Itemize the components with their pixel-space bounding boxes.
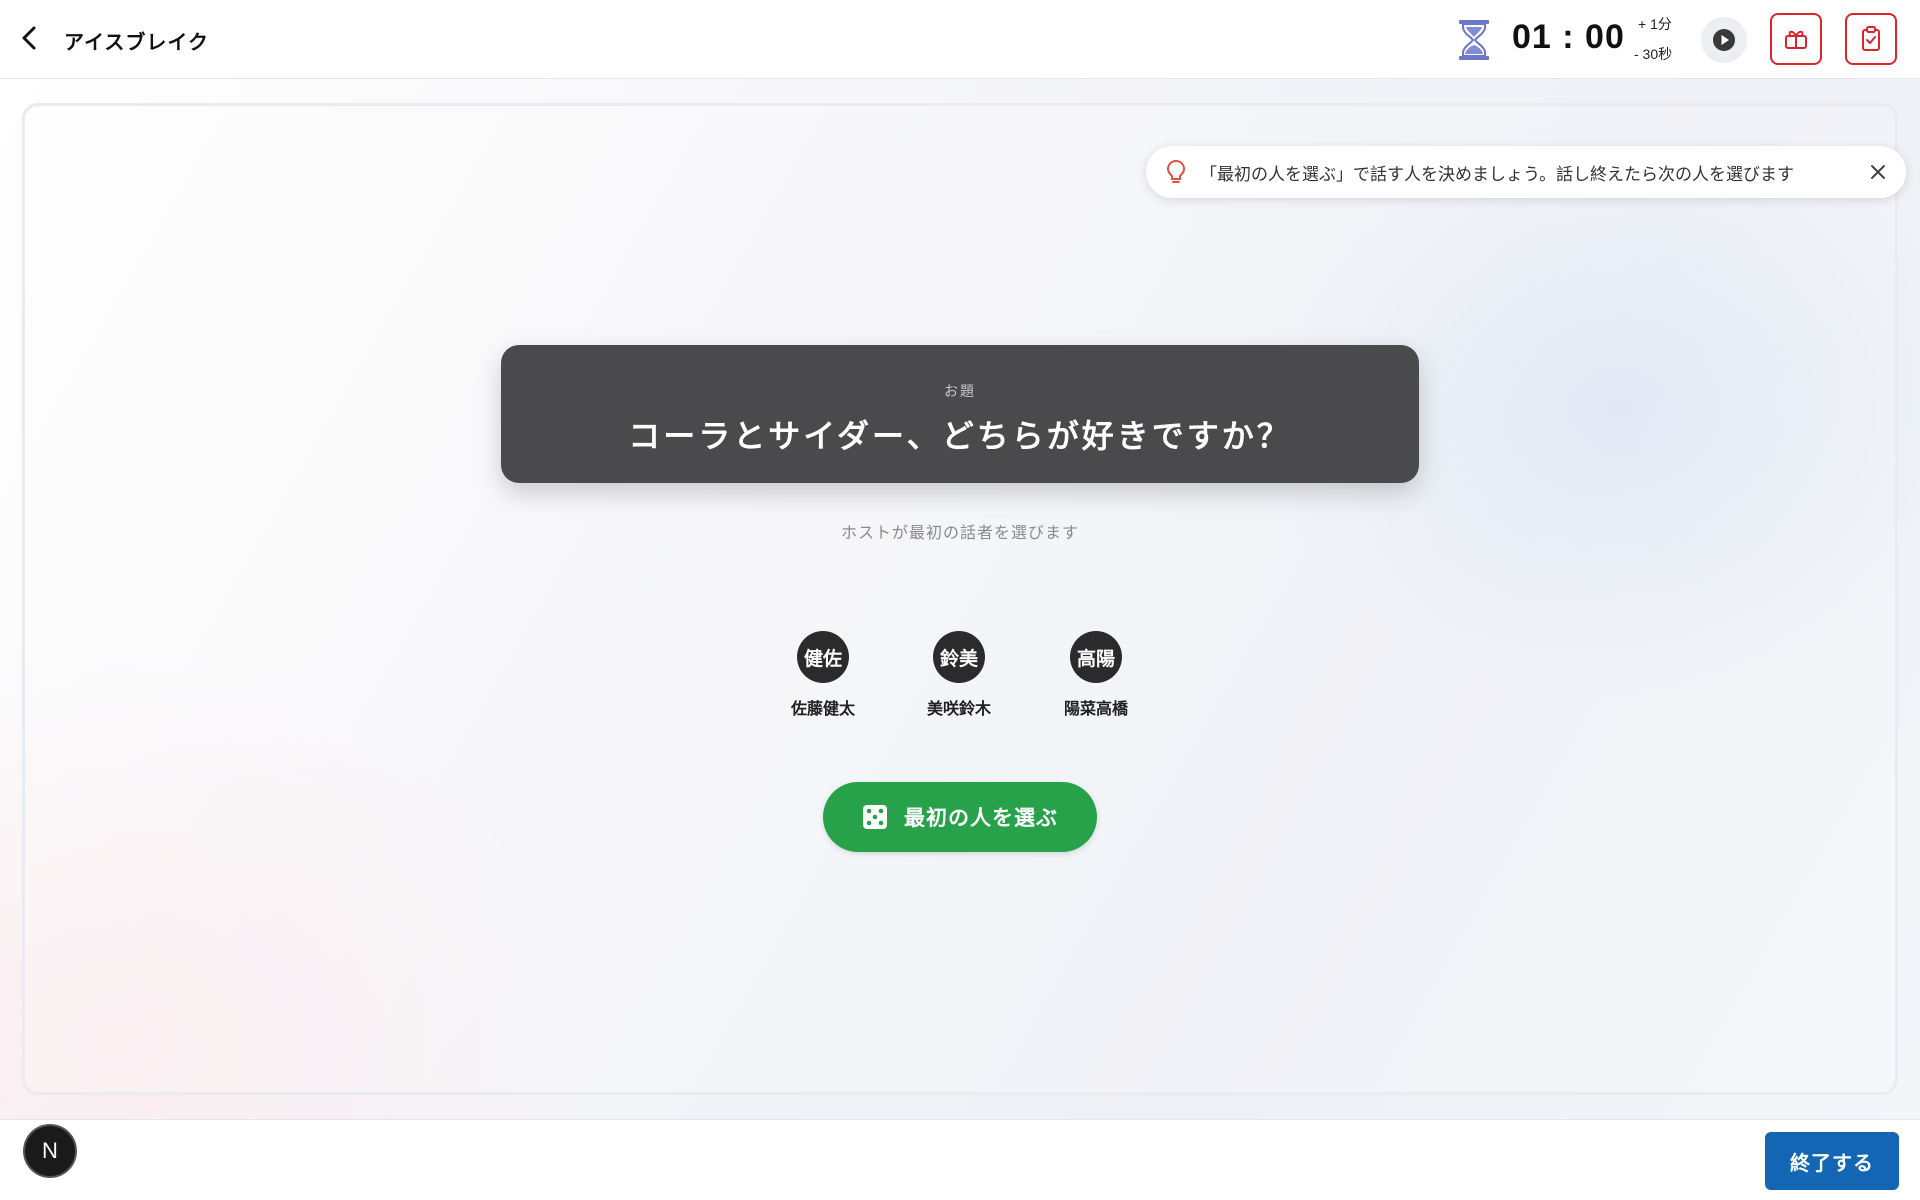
clipboard-button[interactable] (1845, 13, 1897, 65)
gift-box-icon (1785, 30, 1807, 49)
participant-item: 健佐 佐藤健太 (763, 631, 883, 719)
topic-question: コーラとサイダー、どちらが好きですか？ (628, 417, 1292, 455)
gift-button[interactable] (1770, 13, 1822, 65)
topic-label: お題 (944, 384, 976, 400)
play-button[interactable] (1701, 17, 1747, 63)
chevron-left-icon (22, 26, 36, 50)
timer-display: 01 : 00 (1512, 18, 1625, 56)
main-area: 「最初の人を選ぶ」で話す人を決めましょう。話し終えたら次の人を選びます お題 コ… (0, 79, 1920, 1119)
participant-item: 鈴美 美咲鈴木 (899, 631, 1019, 719)
hint-banner: 「最初の人を選ぶ」で話す人を決めましょう。話し終えたら次の人を選びます (1146, 146, 1906, 198)
participant-name: 佐藤健太 (790, 699, 855, 718)
hourglass-icon (1456, 19, 1492, 61)
app-footer: N 終了する (0, 1119, 1920, 1200)
participant-item: 高陽 陽菜高橋 (1036, 631, 1156, 719)
avatar: 健佐 (797, 631, 849, 683)
subtract-time-button[interactable]: - 30秒 (1634, 44, 1672, 64)
play-icon (1713, 29, 1735, 51)
avatar: 高陽 (1070, 631, 1122, 683)
clipboard-check-icon (1862, 26, 1880, 51)
page-title: アイスブレイク (64, 30, 209, 54)
stage-panel: 「最初の人を選ぶ」で話す人を決めましょう。話し終えたら次の人を選びます (22, 103, 1906, 1095)
host-instruction-text: ホストが最初の話者を選びます (840, 523, 1079, 542)
add-time-button[interactable]: + 1分 (1638, 14, 1672, 34)
participant-name: 美咲鈴木 (926, 699, 991, 718)
hint-close-button[interactable] (1866, 160, 1890, 184)
participant-name: 陽菜高橋 (1063, 699, 1128, 718)
choose-button-label: 最初の人を選ぶ (904, 806, 1058, 830)
back-button[interactable] (14, 22, 46, 54)
app-header: アイスブレイク 01 : 00 + 1分 - 30秒 (0, 0, 1920, 79)
close-icon (1871, 165, 1885, 179)
framework-badge[interactable]: N (25, 1126, 75, 1176)
topic-card: お題 コーラとサイダー、どちらが好きですか？ (501, 345, 1419, 483)
choose-first-person-button[interactable]: 最初の人を選ぶ (823, 782, 1097, 852)
dice-icon (863, 805, 887, 829)
hint-text: 「最初の人を選ぶ」で話す人を決めましょう。話し終えたら次の人を選びます (1200, 164, 1794, 185)
end-button[interactable]: 終了する (1765, 1132, 1899, 1190)
avatar: 鈴美 (933, 631, 985, 683)
lightbulb-icon (1166, 159, 1186, 183)
